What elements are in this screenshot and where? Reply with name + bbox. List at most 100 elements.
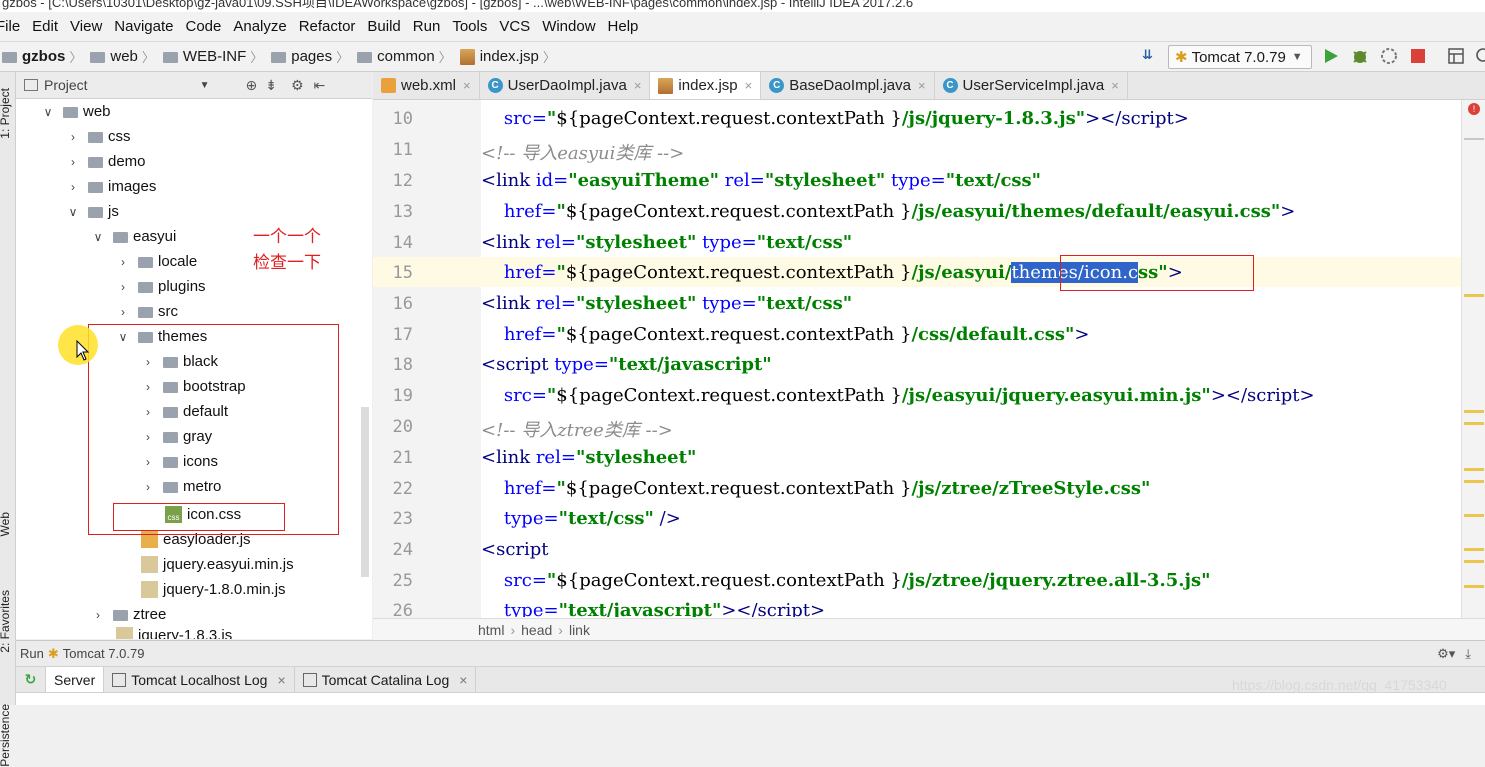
tab-server[interactable]: Server (46, 667, 105, 692)
tomcat-icon: ✱ (1175, 49, 1188, 66)
close-icon[interactable]: × (1111, 78, 1119, 93)
tree-node-jquery-180[interactable]: jquery-1.8.0.min.js (141, 577, 286, 602)
tree-node-jquery-183[interactable]: jquery-1.8.3.js (116, 627, 232, 639)
breadcrumb-link[interactable]: link (569, 622, 590, 638)
tab-tomcat-localhost-log[interactable]: Tomcat Localhost Log × (104, 667, 295, 692)
nav-crumb-file[interactable]: index.jsp 〉 (459, 47, 560, 66)
hide-panel-icon[interactable]: ⤓ (1465, 646, 1471, 662)
run-configuration-select[interactable]: ✱ Tomcat 7.0.79 ▼ (1168, 45, 1312, 69)
run-icon[interactable] (1322, 47, 1340, 65)
tree-node-web[interactable]: ∨ web (41, 99, 111, 124)
menu-build[interactable]: Build (367, 18, 400, 35)
code-line: <!-- 导入easyui类库 --> (481, 143, 685, 164)
tree-node-label: jquery-1.8.3.js (138, 627, 233, 639)
close-icon[interactable]: × (459, 672, 467, 688)
tree-node-jquery-easyui[interactable]: jquery.easyui.min.js (141, 552, 294, 577)
debug-icon[interactable] (1350, 46, 1370, 66)
close-icon[interactable]: × (463, 78, 471, 93)
menu-view[interactable]: View (70, 18, 102, 35)
tree-node-label: easyui (133, 228, 177, 245)
line-number: 20 (392, 417, 413, 437)
chevron-down-icon: ▼ (1291, 51, 1303, 63)
tree-node-label: css (108, 128, 131, 145)
line-number: 15 (392, 263, 413, 283)
tree-node-easyui[interactable]: ∨ easyui (91, 224, 177, 249)
breadcrumb-html[interactable]: html (478, 622, 504, 638)
project-panel-title[interactable]: Project (44, 77, 88, 93)
tab-label: Tomcat Catalina Log (321, 671, 450, 688)
line-number: 24 (392, 540, 413, 560)
menu-vcs[interactable]: VCS (499, 18, 530, 35)
mouse-pointer-icon (76, 340, 90, 361)
gear-icon[interactable]: ⚙ (291, 77, 304, 94)
nav-crumb-common[interactable]: common 〉 (357, 47, 456, 66)
code-line: type="text/css" /> (503, 508, 681, 529)
tab-label: UserServiceImpl.java (962, 77, 1105, 94)
menu-refactor[interactable]: Refactor (299, 18, 356, 35)
tree-node-js[interactable]: ∨ js (66, 199, 119, 224)
stop-icon[interactable] (1411, 49, 1425, 63)
tree-node-ztree[interactable]: › ztree (91, 602, 166, 627)
tab-tomcat-catalina-log[interactable]: Tomcat Catalina Log × (295, 667, 477, 692)
coverage-icon[interactable] (1380, 47, 1398, 65)
selection-highlight-box (1060, 255, 1254, 291)
tool-window-favorites[interactable]: 2: Favorites (0, 590, 12, 653)
search-icon[interactable] (1474, 47, 1485, 65)
tool-window-persistence[interactable]: Persistence (0, 704, 12, 767)
tab-label: index.jsp (678, 77, 738, 94)
chevron-right-icon: › (121, 279, 125, 294)
nav-crumb-project[interactable]: gzbos 〉 (2, 47, 86, 66)
code-line: <!-- 导入ztree类库 --> (481, 420, 673, 441)
close-icon[interactable]: × (745, 78, 753, 93)
close-icon[interactable]: × (634, 78, 642, 93)
hide-panel-icon[interactable]: ⇤ (314, 77, 326, 94)
menu-window[interactable]: Window (542, 18, 595, 35)
nav-crumb-pages[interactable]: pages 〉 (271, 47, 353, 66)
error-icon[interactable]: ! (1468, 103, 1480, 115)
tree-scrollbar[interactable] (361, 407, 369, 577)
menu-navigate[interactable]: Navigate (114, 18, 173, 35)
chevron-down-icon[interactable]: ▼ (200, 80, 210, 91)
close-icon[interactable]: × (918, 78, 926, 93)
menu-analyze[interactable]: Analyze (233, 18, 286, 35)
tab-basedaoimpl[interactable]: C BaseDaoImpl.java × (761, 72, 935, 99)
menu-tools[interactable]: Tools (452, 18, 487, 35)
menu-edit[interactable]: Edit (32, 18, 58, 35)
sort-icon[interactable]: ⇊ (1142, 47, 1153, 63)
tree-node-plugins[interactable]: › plugins (116, 274, 206, 299)
project-structure-icon[interactable] (1447, 47, 1465, 65)
tree-node-label: demo (108, 153, 146, 170)
chevron-right-icon: › (71, 154, 75, 169)
project-view-icon (24, 79, 38, 91)
locate-icon[interactable]: ⊕ (245, 77, 257, 94)
tree-node-css[interactable]: › css (66, 124, 131, 149)
chevron-right-icon: › (96, 607, 100, 622)
line-number: 17 (392, 325, 413, 345)
tab-web-xml[interactable]: web.xml × (373, 72, 480, 99)
tab-index-jsp[interactable]: index.jsp × (650, 72, 762, 99)
breadcrumb-head[interactable]: head (521, 622, 552, 638)
tree-node-locale[interactable]: › locale (116, 249, 197, 274)
tab-userserviceimpl[interactable]: C UserServiceImpl.java × (935, 72, 1128, 99)
folder-icon (2, 52, 17, 63)
tree-node-src[interactable]: › src (116, 299, 178, 324)
close-icon[interactable]: × (277, 672, 285, 688)
rerun-icon[interactable]: ↻ (16, 667, 46, 692)
tool-window-web[interactable]: Web (0, 512, 12, 536)
gear-icon[interactable]: ⚙▾ (1437, 646, 1455, 662)
menu-code[interactable]: Code (185, 18, 221, 35)
nav-crumb-web[interactable]: web 〉 (90, 47, 159, 66)
tool-window-project[interactable]: 1: Project (0, 88, 12, 139)
folder-icon (88, 182, 103, 193)
warning-mark (1464, 468, 1484, 471)
menu-file[interactable]: File (0, 18, 20, 35)
collapse-all-icon[interactable]: ⇟ (265, 77, 277, 94)
warning-mark (1464, 548, 1484, 551)
nav-crumb-webinf[interactable]: WEB-INF 〉 (162, 47, 267, 66)
tree-node-demo[interactable]: › demo (66, 149, 146, 174)
tree-node-images[interactable]: › images (66, 174, 156, 199)
menu-help[interactable]: Help (608, 18, 639, 35)
menu-run[interactable]: Run (413, 18, 441, 35)
tab-userdaoimpl[interactable]: C UserDaoImpl.java × (480, 72, 651, 99)
left-tool-strip: 1: Project Web 2: Favorites Persistence (0, 72, 16, 767)
